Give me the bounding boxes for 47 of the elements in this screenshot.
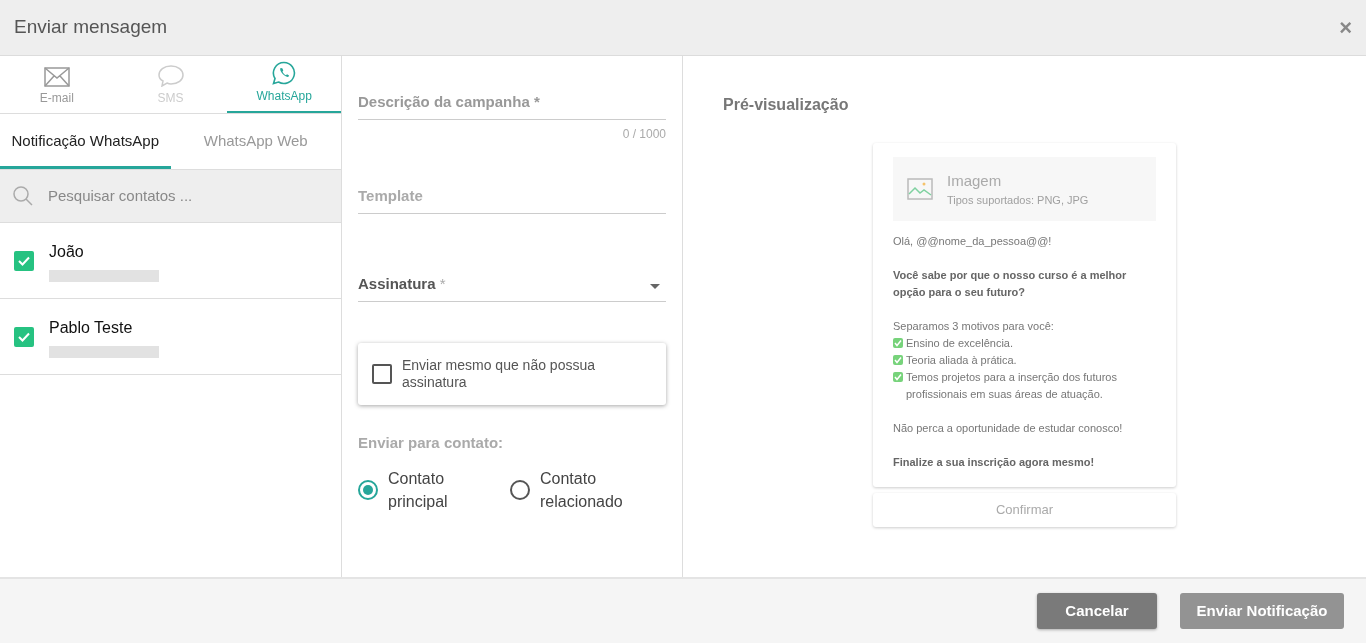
checkmark-icon	[893, 338, 903, 348]
message-text: Ensino de excelência.	[906, 336, 1013, 351]
checkbox[interactable]	[372, 364, 392, 384]
image-hint: Tipos suportados: PNG, JPG	[947, 193, 1089, 208]
message-text: Olá, @@nome_da_pessoa@@!	[893, 234, 1053, 249]
signature-select[interactable]: Assinatura *	[358, 276, 666, 302]
image-label: Imagem	[947, 170, 1003, 191]
envelope-icon	[43, 67, 70, 87]
message-type-tab[interactable]: WhatsApp Web	[170, 114, 341, 169]
field-label: Descrição da campanha *	[358, 91, 540, 112]
search-icon	[12, 185, 34, 207]
search-bar[interactable]: Pesquisar contatos ...	[0, 170, 341, 223]
radio-option[interactable]: Contato relacionado	[510, 466, 662, 513]
checkmark-icon	[893, 372, 903, 382]
confirm-button[interactable]: Confirmar	[873, 493, 1176, 527]
checkmark-icon	[893, 355, 903, 365]
contact-name: João	[49, 241, 85, 262]
field-label: Assinatura *	[358, 273, 446, 294]
image-icon	[907, 178, 933, 200]
message-text: Separamos 3 motivos para você:	[893, 319, 1055, 334]
preview-title: Pré-visualização	[723, 95, 850, 115]
checkbox[interactable]	[14, 326, 34, 347]
dialog-title: Enviar mensagem	[14, 15, 168, 40]
contact-name: Pablo Teste	[49, 317, 134, 338]
dropdown-caret-icon	[650, 284, 660, 290]
whatsapp-icon	[272, 61, 297, 85]
description-field[interactable]: Descrição da campanha *	[358, 92, 666, 120]
message-text: Não perca a oportunidade de estudar conosco!	[893, 421, 1124, 436]
channel-tab[interactable]: WhatsApp	[227, 56, 341, 113]
message-text: Finalize a sua inscrição agora mesmo!	[893, 455, 1096, 470]
radio-button[interactable]	[510, 479, 530, 500]
message-text: Você sabe por que o nosso curso é a melhor opção para o seu futuro?	[893, 268, 1128, 300]
search-field[interactable]: Pesquisar contatos ...	[48, 184, 329, 208]
close-button[interactable]: ×	[1339, 16, 1352, 39]
radio-option[interactable]: Contato principal	[358, 466, 510, 513]
checkbox-label: Enviar mesmo que não possua assinatura	[402, 357, 596, 391]
speech-bubble-icon	[157, 65, 184, 87]
radio-button[interactable]	[358, 479, 378, 500]
cancel-button[interactable]: Cancelar	[1037, 593, 1157, 629]
channel-tab[interactable]: E-mail	[0, 56, 114, 113]
message-text: Teoria aliada à prática.	[906, 353, 1017, 368]
field-label: Template	[358, 185, 423, 206]
checkbox[interactable]	[14, 250, 34, 271]
section-label: Enviar para contato:	[358, 433, 505, 453]
message-text: Temos projetos para a inserção dos futuros profissionais em suas áreas de atuação.	[906, 370, 1118, 402]
character-counter: 0 / 1000	[622, 126, 666, 143]
template-field[interactable]: Template	[358, 188, 666, 214]
